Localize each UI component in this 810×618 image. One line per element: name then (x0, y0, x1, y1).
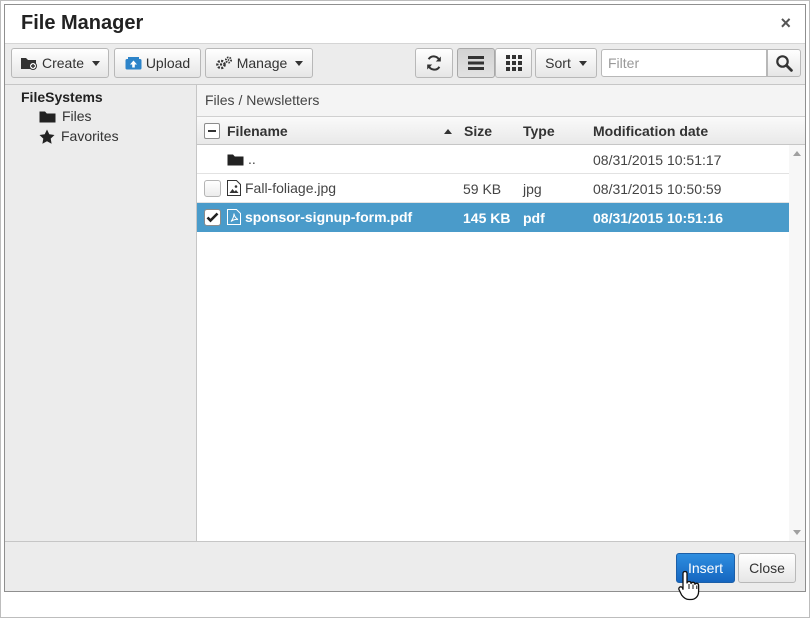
folder-icon (227, 153, 244, 166)
file-name: .. (248, 151, 256, 167)
file-modified: 08/31/2015 10:50:59 (593, 181, 722, 197)
sort-label: Sort (545, 55, 571, 71)
file-name: Fall-foliage.jpg (245, 180, 337, 196)
manage-label: Manage (236, 55, 288, 71)
filter-input[interactable] (601, 49, 767, 77)
grid-view-button[interactable] (495, 48, 532, 78)
dialog-title: File Manager (21, 12, 144, 34)
table-row[interactable]: .. 08/31/2015 10:51:17 (197, 145, 789, 174)
sort-button[interactable]: Sort (535, 48, 597, 78)
check-icon (206, 212, 219, 223)
column-header-size[interactable]: Size (464, 123, 492, 139)
breadcrumb: Files / Newsletters (197, 85, 805, 117)
upload-button[interactable]: Upload (114, 48, 201, 78)
create-label: Create (41, 55, 85, 71)
close-button[interactable]: Close (738, 553, 796, 583)
gears-icon (215, 56, 233, 70)
file-type: jpg (523, 181, 542, 197)
hand-cursor-icon (678, 570, 700, 601)
file-modified: 08/31/2015 10:51:17 (593, 152, 722, 168)
row-checkbox[interactable] (204, 209, 221, 226)
file-size: 145 KB (463, 210, 511, 226)
screen-frame: File Manager × Create Upload Manage Sort… (0, 0, 810, 618)
column-header-type[interactable]: Type (523, 123, 555, 139)
new-folder-icon (20, 56, 38, 70)
file-name: sponsor-signup-form.pdf (245, 209, 413, 225)
grid-view-icon (505, 55, 522, 71)
file-type: pdf (523, 210, 545, 226)
vertical-scrollbar[interactable] (789, 145, 805, 541)
search-icon (775, 54, 793, 72)
sort-ascending-icon (444, 129, 452, 134)
select-all-checkbox[interactable] (204, 123, 220, 139)
sidebar-item-files[interactable]: Files (39, 108, 92, 124)
file-name-cell: sponsor-signup-form.pdf (227, 209, 412, 225)
upload-label: Upload (145, 55, 191, 71)
sidebar-item-label: Favorites (61, 128, 119, 144)
filesystems-sidebar: FileSystems Files Favorites (5, 85, 197, 541)
close-icon[interactable]: × (780, 14, 791, 32)
create-button[interactable]: Create (11, 48, 109, 78)
chevron-down-icon (92, 60, 101, 66)
image-file-icon (227, 180, 241, 196)
file-list-panel: Files / Newsletters Filename Size Type M… (197, 85, 805, 541)
file-manager-dialog: File Manager × Create Upload Manage Sort… (4, 4, 806, 592)
toolbar: Create Upload Manage Sort Filter (5, 43, 805, 85)
refresh-icon (425, 54, 443, 72)
list-view-icon (468, 56, 484, 70)
refresh-button[interactable] (415, 48, 453, 78)
grid-header: Filename Size Type Modification date (197, 117, 805, 145)
table-row[interactable]: sponsor-signup-form.pdf 145 KB pdf 08/31… (197, 203, 789, 232)
pdf-file-icon (227, 209, 241, 225)
file-size: 59 KB (463, 181, 502, 197)
file-name-cell: Fall-foliage.jpg (227, 180, 336, 196)
upload-icon (125, 56, 142, 70)
chevron-down-icon (578, 60, 587, 66)
row-checkbox[interactable] (204, 180, 221, 197)
title-bar: File Manager × (5, 5, 805, 43)
tree-root-filesystems[interactable]: FileSystems (21, 89, 103, 105)
column-header-modification-date[interactable]: Modification date (593, 123, 708, 139)
table-row[interactable]: Fall-foliage.jpg 59 KB jpg 08/31/2015 10… (197, 174, 789, 203)
search-button[interactable] (767, 49, 801, 77)
list-view-button[interactable] (457, 48, 495, 78)
sidebar-item-label: Files (62, 108, 92, 124)
folder-icon (39, 110, 56, 123)
file-modified: 08/31/2015 10:51:16 (593, 210, 723, 226)
file-rows: .. 08/31/2015 10:51:17 Fall-foliage.jpg … (197, 145, 789, 541)
star-icon (39, 129, 55, 144)
file-name-cell: .. (227, 151, 256, 167)
chevron-down-icon (295, 60, 304, 66)
scroll-up-icon[interactable] (793, 151, 801, 156)
column-header-filename[interactable]: Filename (227, 123, 288, 139)
sidebar-item-favorites[interactable]: Favorites (39, 128, 119, 144)
manage-button[interactable]: Manage (205, 48, 313, 78)
scroll-down-icon[interactable] (793, 530, 801, 535)
